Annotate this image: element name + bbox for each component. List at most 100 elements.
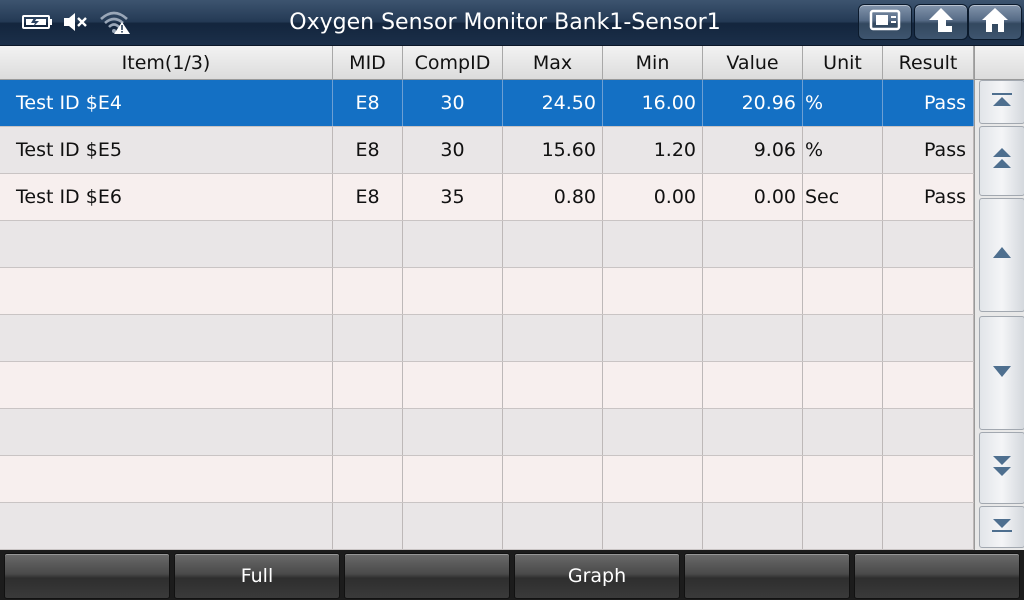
cell-unit xyxy=(803,362,883,408)
table-row[interactable] xyxy=(0,315,974,362)
cell-min xyxy=(603,268,703,314)
cell-result xyxy=(883,221,974,267)
title-bar: Oxygen Sensor Monitor Bank1-Sensor1 xyxy=(0,0,1024,46)
up-arrow-icon xyxy=(926,6,956,38)
cell-value xyxy=(703,268,803,314)
cell-compid xyxy=(403,315,503,361)
column-header-mid[interactable]: MID xyxy=(333,46,403,80)
graph-button[interactable]: Graph xyxy=(514,553,680,599)
cell-item: Test ID $E6 xyxy=(0,174,333,220)
column-header-compid[interactable]: CompID xyxy=(403,46,503,80)
status-icons xyxy=(22,8,132,36)
cell-result xyxy=(883,268,974,314)
cell-result: Pass xyxy=(883,174,974,220)
scroll-top-icon xyxy=(990,91,1014,113)
cell-unit: Sec xyxy=(803,174,883,220)
table-row[interactable] xyxy=(0,503,974,550)
cell-item xyxy=(0,503,333,549)
function-button-5[interactable] xyxy=(684,553,850,599)
line-down-button[interactable] xyxy=(979,316,1024,430)
cell-max xyxy=(503,456,603,502)
cell-max: 0.80 xyxy=(503,174,603,220)
cell-compid xyxy=(403,456,503,502)
full-button[interactable]: Full xyxy=(174,553,340,599)
function-button-1[interactable] xyxy=(4,553,170,599)
cell-unit xyxy=(803,409,883,455)
cell-mid xyxy=(333,503,403,549)
cell-min xyxy=(603,315,703,361)
scroll-header-fill xyxy=(975,46,1024,80)
cell-item xyxy=(0,268,333,314)
function-button-6[interactable] xyxy=(854,553,1020,599)
cell-compid xyxy=(403,362,503,408)
scroll-strip xyxy=(974,46,1024,550)
bottom-toolbar: Full Graph xyxy=(0,550,1024,600)
cell-unit xyxy=(803,221,883,267)
line-up-button[interactable] xyxy=(979,198,1024,312)
cell-value xyxy=(703,315,803,361)
cell-min: 16.00 xyxy=(603,80,703,126)
cell-compid xyxy=(403,268,503,314)
column-header-min[interactable]: Min xyxy=(603,46,703,80)
cell-result: Pass xyxy=(883,127,974,173)
home-button[interactable] xyxy=(968,4,1022,40)
cell-item xyxy=(0,315,333,361)
print-button[interactable] xyxy=(858,4,912,40)
function-button-3[interactable] xyxy=(344,553,510,599)
cell-mid xyxy=(333,362,403,408)
column-header-item[interactable]: Item(1/3) xyxy=(0,46,333,80)
cell-mid: E8 xyxy=(333,174,403,220)
page-up-button[interactable] xyxy=(979,126,1024,196)
cell-mid: E8 xyxy=(333,80,403,126)
table-row[interactable] xyxy=(0,268,974,315)
cell-value xyxy=(703,409,803,455)
cell-item xyxy=(0,456,333,502)
cell-compid: 30 xyxy=(403,127,503,173)
cell-max xyxy=(503,503,603,549)
cell-compid xyxy=(403,221,503,267)
cell-max xyxy=(503,268,603,314)
column-header-value[interactable]: Value xyxy=(703,46,803,80)
cell-value: 0.00 xyxy=(703,174,803,220)
cell-min xyxy=(603,221,703,267)
table-row[interactable] xyxy=(0,362,974,409)
scroll-bottom-button[interactable] xyxy=(979,506,1024,548)
cell-compid: 35 xyxy=(403,174,503,220)
column-header-max[interactable]: Max xyxy=(503,46,603,80)
cell-unit: % xyxy=(803,127,883,173)
table-row[interactable]: Test ID $E6 E8 35 0.80 0.00 0.00 Sec Pass xyxy=(0,174,974,221)
cell-value xyxy=(703,362,803,408)
scroll-top-button[interactable] xyxy=(979,80,1024,124)
cell-max xyxy=(503,315,603,361)
page-up-icon xyxy=(990,146,1014,176)
table-header: Item(1/3) MID CompID Max Min Value Unit … xyxy=(0,46,974,80)
cell-value xyxy=(703,503,803,549)
table-row[interactable] xyxy=(0,456,974,503)
page-title: Oxygen Sensor Monitor Bank1-Sensor1 xyxy=(289,10,721,35)
sensor-table: Item(1/3) MID CompID Max Min Value Unit … xyxy=(0,46,974,550)
cell-item xyxy=(0,221,333,267)
cell-result xyxy=(883,409,974,455)
cell-item: Test ID $E4 xyxy=(0,80,333,126)
home-icon xyxy=(980,6,1010,38)
column-header-result[interactable]: Result xyxy=(883,46,974,80)
cell-mid xyxy=(333,315,403,361)
column-header-unit[interactable]: Unit xyxy=(803,46,883,80)
cell-min xyxy=(603,503,703,549)
page-down-button[interactable] xyxy=(979,432,1024,504)
table-row[interactable] xyxy=(0,221,974,268)
table-row[interactable]: Test ID $E5 E8 30 15.60 1.20 9.06% Pass xyxy=(0,127,974,174)
back-button[interactable] xyxy=(914,4,968,40)
table-row[interactable] xyxy=(0,409,974,456)
cell-min xyxy=(603,409,703,455)
wifi-warning-icon xyxy=(98,9,132,35)
cell-max: 24.50 xyxy=(503,80,603,126)
cell-unit xyxy=(803,315,883,361)
cell-compid xyxy=(403,409,503,455)
cell-max xyxy=(503,362,603,408)
scroll-bottom-icon xyxy=(990,516,1014,538)
table-row[interactable]: Test ID $E4 E8 30 24.50 16.00 20.96% Pass xyxy=(0,80,974,127)
cell-value xyxy=(703,221,803,267)
cell-result xyxy=(883,503,974,549)
cell-mid xyxy=(333,221,403,267)
